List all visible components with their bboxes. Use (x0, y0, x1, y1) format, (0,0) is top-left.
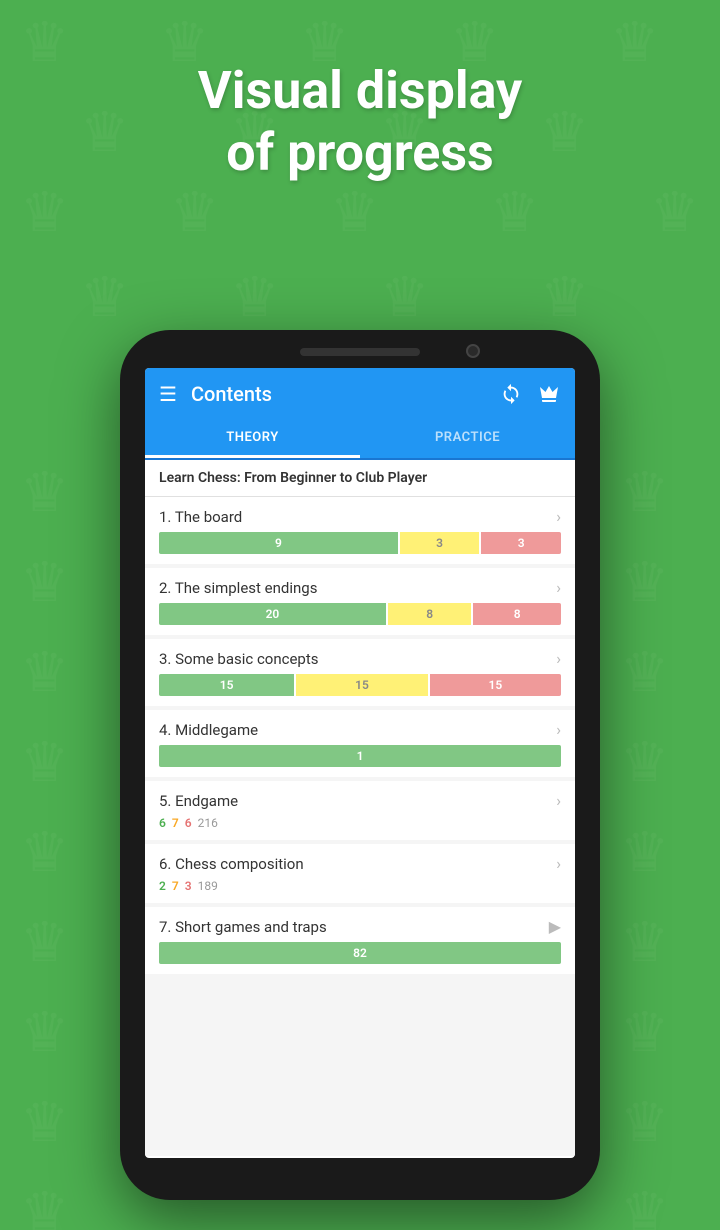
chapter-6-stat-yellow: 7 (172, 879, 179, 893)
deco-crown: ♛ (20, 1000, 69, 1065)
tab-theory[interactable]: THEORY (145, 420, 360, 458)
deco-crown: ♛ (170, 180, 219, 245)
app-title: Contents (191, 382, 499, 406)
menu-icon[interactable]: ☰ (159, 382, 177, 406)
deco-crown: ♛ (620, 1000, 669, 1065)
content-list: Learn Chess: From Beginner to Club Playe… (145, 460, 575, 1156)
deco-crown: ♛ (20, 1180, 69, 1230)
app-bar-icons (499, 382, 561, 406)
chapter-5-stat-red: 6 (185, 816, 192, 830)
chapter-6-header: 6. Chess composition › (159, 854, 561, 873)
app-bar: ☰ Contents (145, 368, 575, 420)
deco-crown: ♛ (620, 730, 669, 795)
chapter-2-yellow-bar: 8 (388, 603, 472, 625)
chapter-5-stats: 6 7 6 216 (159, 816, 561, 830)
deco-crown: ♛ (20, 730, 69, 795)
chapter-7-play-icon: ▶ (549, 917, 561, 936)
chapter-item-6[interactable]: 6. Chess composition › 2 7 3 189 (145, 844, 575, 903)
chapter-6-chevron-icon: › (556, 854, 561, 873)
chapter-4-chevron-icon: › (556, 720, 561, 739)
chapter-4-green-bar: 1 (159, 745, 561, 767)
phone-camera (466, 344, 480, 358)
chapter-4-header: 4. Middlegame › (159, 720, 561, 739)
chapter-1-chevron-icon: › (556, 507, 561, 526)
chapter-5-stat-gray: 216 (198, 816, 218, 830)
chapter-7-progress-bar: 82 (159, 942, 561, 964)
chapter-1-progress-bar: 9 3 3 (159, 532, 561, 554)
deco-crown: ♛ (20, 460, 69, 525)
chapter-3-yellow-bar: 15 (296, 674, 427, 696)
chapter-3-red-bar: 15 (430, 674, 561, 696)
chapter-1-name: 1. The board (159, 508, 242, 526)
chapter-4-progress-bar: 1 (159, 745, 561, 767)
book-title: Learn Chess: From Beginner to Club Playe… (145, 460, 575, 497)
deco-crown: ♛ (620, 640, 669, 705)
deco-crown: ♛ (490, 180, 539, 245)
chapter-6-stat-red: 3 (185, 879, 192, 893)
chapter-item-2[interactable]: 2. The simplest endings › 20 8 8 (145, 568, 575, 635)
chapter-7-name: 7. Short games and traps (159, 918, 327, 936)
deco-crown: ♛ (380, 265, 429, 330)
chapter-7-header: 7. Short games and traps ▶ (159, 917, 561, 936)
chapter-1-yellow-bar: 3 (400, 532, 480, 554)
chapter-5-stat-green: 6 (159, 816, 166, 830)
deco-crown: ♛ (620, 1180, 669, 1230)
deco-crown: ♛ (620, 1090, 669, 1155)
chapter-2-red-bar: 8 (473, 603, 561, 625)
chapter-7-green-bar: 82 (159, 942, 561, 964)
deco-crown: ♛ (20, 180, 69, 245)
chapter-2-header: 2. The simplest endings › (159, 578, 561, 597)
chapter-3-chevron-icon: › (556, 649, 561, 668)
chapter-item-1[interactable]: 1. The board › 9 3 3 (145, 497, 575, 564)
chapter-3-name: 3. Some basic concepts (159, 650, 319, 668)
chapter-5-stat-yellow: 7 (172, 816, 179, 830)
chapter-4-name: 4. Middlegame (159, 721, 258, 739)
chapter-2-name: 2. The simplest endings (159, 579, 317, 597)
chapter-1-header: 1. The board › (159, 507, 561, 526)
chapter-6-stat-gray: 189 (198, 879, 218, 893)
chapter-3-green-bar: 15 (159, 674, 294, 696)
deco-crown: ♛ (20, 820, 69, 885)
deco-crown: ♛ (620, 550, 669, 615)
deco-crown: ♛ (620, 460, 669, 525)
header-line1: Visual display (0, 60, 720, 122)
chapter-3-header: 3. Some basic concepts › (159, 649, 561, 668)
tabs-bar: THEORY PRACTICE (145, 420, 575, 460)
chapter-item-4[interactable]: 4. Middlegame › 1 (145, 710, 575, 777)
chapter-item-3[interactable]: 3. Some basic concepts › 15 15 15 (145, 639, 575, 706)
deco-crown: ♛ (230, 265, 279, 330)
chapter-6-name: 6. Chess composition (159, 855, 304, 873)
phone-frame: ☰ Contents THEORY PRACTICE (120, 330, 600, 1200)
chapter-5-header: 5. Endgame › (159, 791, 561, 810)
tab-practice[interactable]: PRACTICE (360, 420, 575, 458)
chapter-2-green-bar: 20 (159, 603, 386, 625)
deco-crown: ♛ (650, 180, 699, 245)
header-line2: of progress (0, 122, 720, 184)
chapter-2-progress-bar: 20 8 8 (159, 603, 561, 625)
chapter-6-stat-green: 2 (159, 879, 166, 893)
deco-crown: ♛ (20, 1090, 69, 1155)
deco-crown: ♛ (620, 820, 669, 885)
deco-crown: ♛ (330, 180, 379, 245)
deco-crown: ♛ (20, 550, 69, 615)
chapter-1-red-bar: 3 (481, 532, 561, 554)
deco-crown: ♛ (80, 265, 129, 330)
phone-speaker (300, 348, 420, 356)
deco-crown: ♛ (20, 910, 69, 975)
deco-crown: ♛ (620, 910, 669, 975)
chapter-3-progress-bar: 15 15 15 (159, 674, 561, 696)
chapter-2-chevron-icon: › (556, 578, 561, 597)
chapter-6-stats: 2 7 3 189 (159, 879, 561, 893)
refresh-icon[interactable] (499, 382, 523, 406)
chess-crown-icon[interactable] (537, 382, 561, 406)
deco-crown: ♛ (20, 640, 69, 705)
chapter-item-7[interactable]: 7. Short games and traps ▶ 82 (145, 907, 575, 974)
phone-screen: ☰ Contents THEORY PRACTICE (145, 368, 575, 1158)
chapter-5-name: 5. Endgame (159, 792, 238, 810)
header-text: Visual display of progress (0, 60, 720, 185)
chapter-5-chevron-icon: › (556, 791, 561, 810)
chapter-1-green-bar: 9 (159, 532, 398, 554)
deco-crown: ♛ (540, 265, 589, 330)
chapter-item-5[interactable]: 5. Endgame › 6 7 6 216 (145, 781, 575, 840)
